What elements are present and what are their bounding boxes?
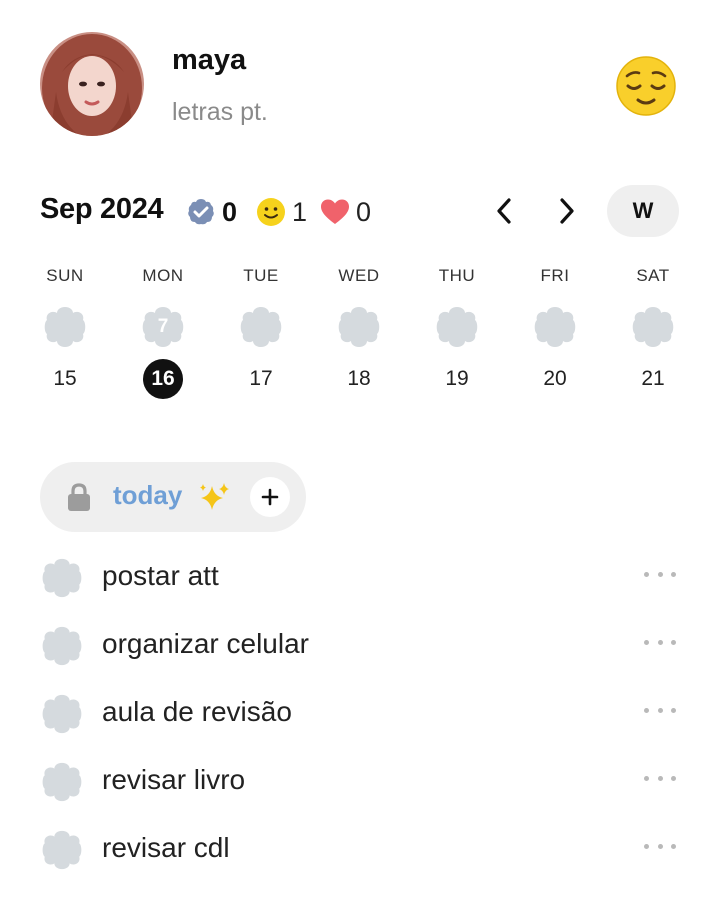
smiley-count: 1 [292, 196, 308, 227]
day-blob-shape [42, 694, 82, 734]
smiley-stat: 1 [256, 193, 307, 231]
task-title[interactable]: revisar cdl [102, 832, 230, 864]
day-goal-count [42, 304, 88, 350]
today-date[interactable]: 16 [143, 359, 183, 399]
day-goal-blob[interactable] [238, 304, 284, 350]
day-goal-count [630, 304, 676, 350]
day-date[interactable]: 20 [525, 362, 585, 396]
day-column-wed[interactable]: WED 18 [329, 264, 389, 396]
day-name: FRI [540, 266, 570, 285]
day-name: TUE [243, 266, 279, 285]
day-goal-count: 7 [157, 316, 169, 337]
chevron-right-icon [560, 198, 574, 224]
profile-subtitle: letras pt. [172, 98, 268, 126]
day-column-fri[interactable]: FRI 20 [525, 264, 585, 396]
lock-icon [65, 482, 93, 512]
task-row[interactable]: revisar cdl [40, 824, 680, 876]
day-goal-count [532, 304, 578, 350]
heart-count: 0 [356, 196, 372, 227]
add-task-button[interactable] [250, 477, 290, 517]
day-goal-blob[interactable] [630, 304, 676, 350]
task-checkbox[interactable] [40, 828, 84, 872]
day-goal-count [238, 304, 284, 350]
task-checkbox[interactable] [40, 760, 84, 804]
day-date[interactable]: 15 [35, 362, 95, 396]
task-row[interactable]: organizar celular [40, 620, 680, 672]
day-column-sat[interactable]: SAT 21 [623, 264, 683, 396]
day-column-tue[interactable]: TUE 17 [231, 264, 291, 396]
more-options-icon[interactable] [644, 836, 676, 856]
day-goal-blob[interactable]: 7 [140, 304, 186, 350]
smiley-icon [257, 198, 285, 226]
task-title[interactable]: aula de revisão [102, 696, 292, 728]
day-goal-blob[interactable] [336, 304, 382, 350]
task-row[interactable]: revisar livro [40, 756, 680, 808]
profile-name: maya [172, 44, 247, 76]
day-date[interactable]: 19 [427, 362, 487, 396]
week-view-toggle[interactable]: W [607, 185, 679, 237]
sparkles-icon [197, 482, 231, 512]
day-goal-blob[interactable] [42, 304, 88, 350]
completed-stat: 0 [186, 193, 237, 231]
day-column-thu[interactable]: THU 19 [427, 264, 487, 396]
more-options-icon[interactable] [644, 700, 676, 720]
task-checkbox[interactable] [40, 556, 84, 600]
heart-icon [321, 199, 349, 224]
task-checkbox[interactable] [40, 624, 84, 668]
day-name: WED [338, 266, 380, 285]
day-name: SUN [46, 266, 84, 285]
day-name: SAT [636, 266, 670, 285]
day-date[interactable]: 18 [329, 362, 389, 396]
day-name: MON [142, 266, 184, 285]
avatar[interactable] [40, 32, 144, 136]
completed-count: 0 [222, 196, 238, 227]
task-row[interactable]: aula de revisão [40, 688, 680, 740]
next-week-button[interactable] [550, 194, 584, 228]
more-options-icon[interactable] [644, 564, 676, 584]
goal-label[interactable]: today [113, 480, 182, 511]
task-row[interactable]: postar att [40, 552, 680, 604]
day-column-mon[interactable]: MON 7 16 [133, 264, 193, 399]
day-column-sun[interactable]: SUN 15 [35, 264, 95, 396]
task-title[interactable]: postar att [102, 560, 219, 592]
day-blob-shape [42, 558, 82, 598]
day-blob-shape [42, 762, 82, 802]
day-date[interactable]: 21 [623, 362, 683, 396]
day-blob-shape [42, 830, 82, 870]
avatar-image [40, 32, 144, 136]
day-goal-blob[interactable] [434, 304, 480, 350]
day-goal-blob[interactable] [532, 304, 578, 350]
task-title[interactable]: organizar celular [102, 628, 309, 660]
day-blob-shape [42, 626, 82, 666]
plus-icon [261, 488, 279, 506]
more-options-icon[interactable] [644, 768, 676, 788]
task-title[interactable]: revisar livro [102, 764, 245, 796]
task-checkbox[interactable] [40, 692, 84, 736]
chevron-left-icon [497, 198, 511, 224]
day-name: THU [438, 266, 476, 285]
day-date[interactable]: 17 [231, 362, 291, 396]
month-label: Sep 2024 [40, 193, 164, 225]
more-options-icon[interactable] [644, 632, 676, 652]
heart-stat: 0 [320, 193, 371, 231]
relieved-face-emoji-icon[interactable] [614, 54, 678, 118]
day-goal-count [336, 304, 382, 350]
completed-badge-icon [188, 199, 214, 225]
day-goal-count [434, 304, 480, 350]
previous-week-button[interactable] [487, 194, 521, 228]
